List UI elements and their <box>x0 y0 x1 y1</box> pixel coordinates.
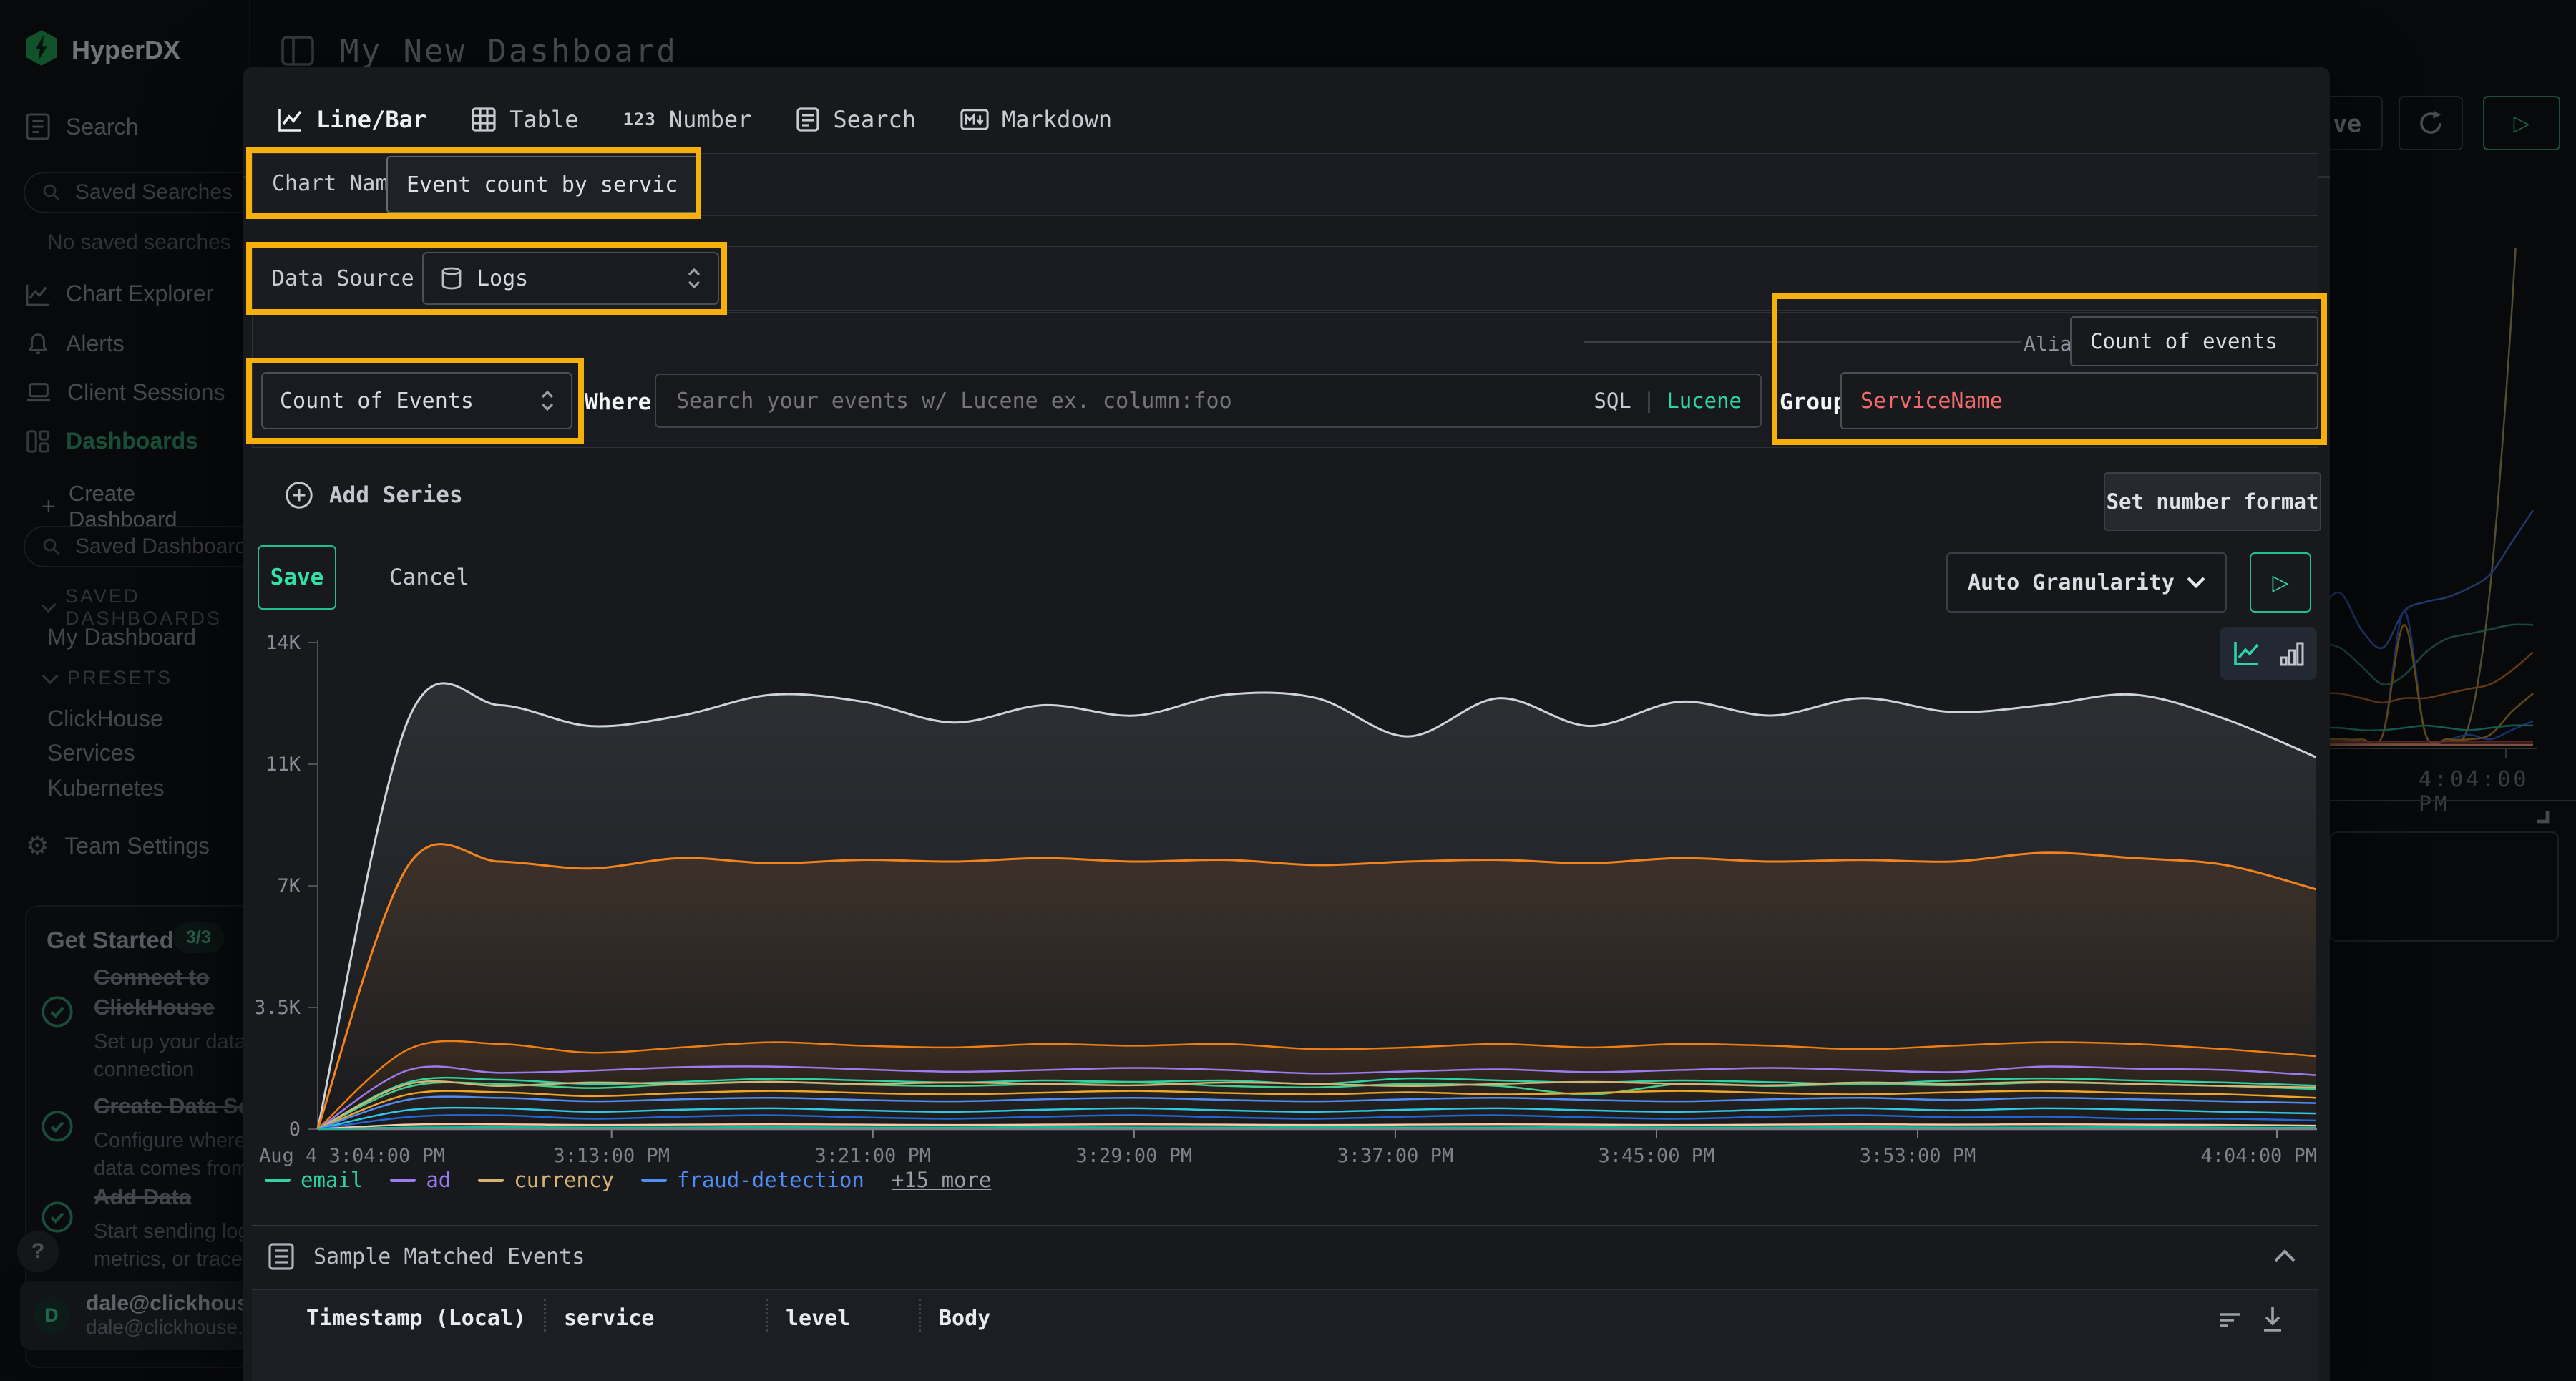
col-body[interactable]: Body <box>939 1306 990 1331</box>
svg-text:3:53:00 PM: 3:53:00 PM <box>1860 1145 1976 1167</box>
legend-item[interactable]: ad <box>390 1168 451 1192</box>
timeseries-chart[interactable]: 0 3.5K 7K 11K 14K 3:13:00 PM 3:21:00 PM … <box>256 628 2320 1184</box>
svg-text:3:45:00 PM: 3:45:00 PM <box>1599 1145 1715 1167</box>
tab-line-bar[interactable]: Line/Bar <box>278 106 426 133</box>
tab-table[interactable]: Table <box>471 106 578 133</box>
data-source-label: Data Source <box>272 266 414 291</box>
list-icon <box>268 1242 295 1271</box>
data-source-select[interactable]: Logs <box>422 252 719 305</box>
legend-swatch <box>478 1179 504 1182</box>
chart-name-label: Chart Name <box>272 171 401 196</box>
line-chart-tab-icon <box>278 107 303 132</box>
tab-markdown[interactable]: Markdown <box>960 106 1112 133</box>
markdown-tab-icon <box>960 107 989 132</box>
section-divider <box>252 1225 2318 1226</box>
chart-legend: email ad currency fraud-detection +15 mor… <box>265 1168 992 1192</box>
data-source-value: Logs <box>477 266 528 291</box>
app-root: HyperDX Search No saved searches Chart E… <box>0 0 2576 1381</box>
svg-text:11K: 11K <box>265 753 301 776</box>
svg-text:3:29:00 PM: 3:29:00 PM <box>1076 1145 1193 1167</box>
query-language-toggle[interactable]: SQL | Lucene <box>1594 389 1742 413</box>
legend-item[interactable]: currency <box>478 1168 614 1192</box>
svg-text:14K: 14K <box>265 632 301 654</box>
collapse-chevron-up-icon[interactable] <box>2274 1249 2296 1262</box>
legend-swatch <box>390 1179 416 1182</box>
search-tab-icon <box>796 107 820 132</box>
granularity-select[interactable]: Auto Granularity <box>1946 552 2227 613</box>
svg-text:3.5K: 3.5K <box>256 997 301 1019</box>
alias-input[interactable] <box>2070 316 2318 366</box>
sample-events-header[interactable]: Sample Matched Events <box>268 1242 585 1271</box>
select-updown-icon <box>688 268 701 289</box>
legend-more-link[interactable]: +15 more <box>892 1168 992 1192</box>
add-series-button[interactable]: Add Series <box>285 481 463 509</box>
chevron-down-icon <box>2187 577 2205 588</box>
col-timestamp[interactable]: Timestamp (Local) <box>306 1306 526 1331</box>
svg-text:3:21:00 PM: 3:21:00 PM <box>814 1145 931 1167</box>
sql-option[interactable]: SQL <box>1594 389 1631 413</box>
play-icon: ▷ <box>2272 570 2288 595</box>
save-button[interactable]: Save <box>258 545 336 610</box>
svg-text:3:37:00 PM: 3:37:00 PM <box>1337 1145 1454 1167</box>
tab-number[interactable]: 123 Number <box>623 106 751 133</box>
database-icon <box>441 267 462 290</box>
where-input[interactable]: SQL | Lucene <box>655 374 1762 428</box>
column-settings-icon[interactable] <box>2217 1307 2243 1333</box>
group-by-input[interactable] <box>1840 372 2318 429</box>
run-query-button[interactable]: ▷ <box>2250 552 2311 613</box>
chart-editor-modal: Line/Bar Table 123 Number Search Markdow… <box>243 67 2330 1381</box>
select-updown-icon <box>541 390 554 411</box>
svg-text:0: 0 <box>289 1118 301 1141</box>
where-label: Where <box>585 389 651 415</box>
column-separator[interactable] <box>544 1299 546 1332</box>
alias-connector-line <box>1584 341 2021 343</box>
events-table-header: Timestamp (Local) service level Body <box>252 1289 2318 1381</box>
svg-text:Aug 4 3:04:00 PM: Aug 4 3:04:00 PM <box>259 1145 445 1167</box>
plus-circle-icon <box>285 481 313 509</box>
svg-text:3:13:00 PM: 3:13:00 PM <box>553 1145 670 1167</box>
aggregation-select[interactable]: Count of Events <box>261 372 572 429</box>
tab-search[interactable]: Search <box>796 106 916 133</box>
set-number-format-button[interactable]: Set number format <box>2104 472 2321 531</box>
col-level[interactable]: level <box>786 1306 850 1331</box>
svg-text:7K: 7K <box>277 875 301 897</box>
column-separator[interactable] <box>919 1299 921 1332</box>
svg-text:4:04:00 PM: 4:04:00 PM <box>2200 1145 2317 1167</box>
column-separator[interactable] <box>766 1299 768 1332</box>
legend-swatch <box>641 1179 667 1182</box>
123-icon: 123 <box>623 109 655 130</box>
legend-item[interactable]: email <box>265 1168 363 1192</box>
table-tab-icon <box>471 107 497 132</box>
cancel-button[interactable]: Cancel <box>386 545 472 610</box>
download-icon[interactable] <box>2260 1304 2285 1334</box>
legend-item[interactable]: fraud-detection <box>641 1168 864 1192</box>
chart-name-input[interactable] <box>386 156 698 213</box>
col-service[interactable]: service <box>564 1306 654 1331</box>
legend-swatch <box>265 1179 291 1182</box>
lucene-option[interactable]: Lucene <box>1667 389 1742 413</box>
